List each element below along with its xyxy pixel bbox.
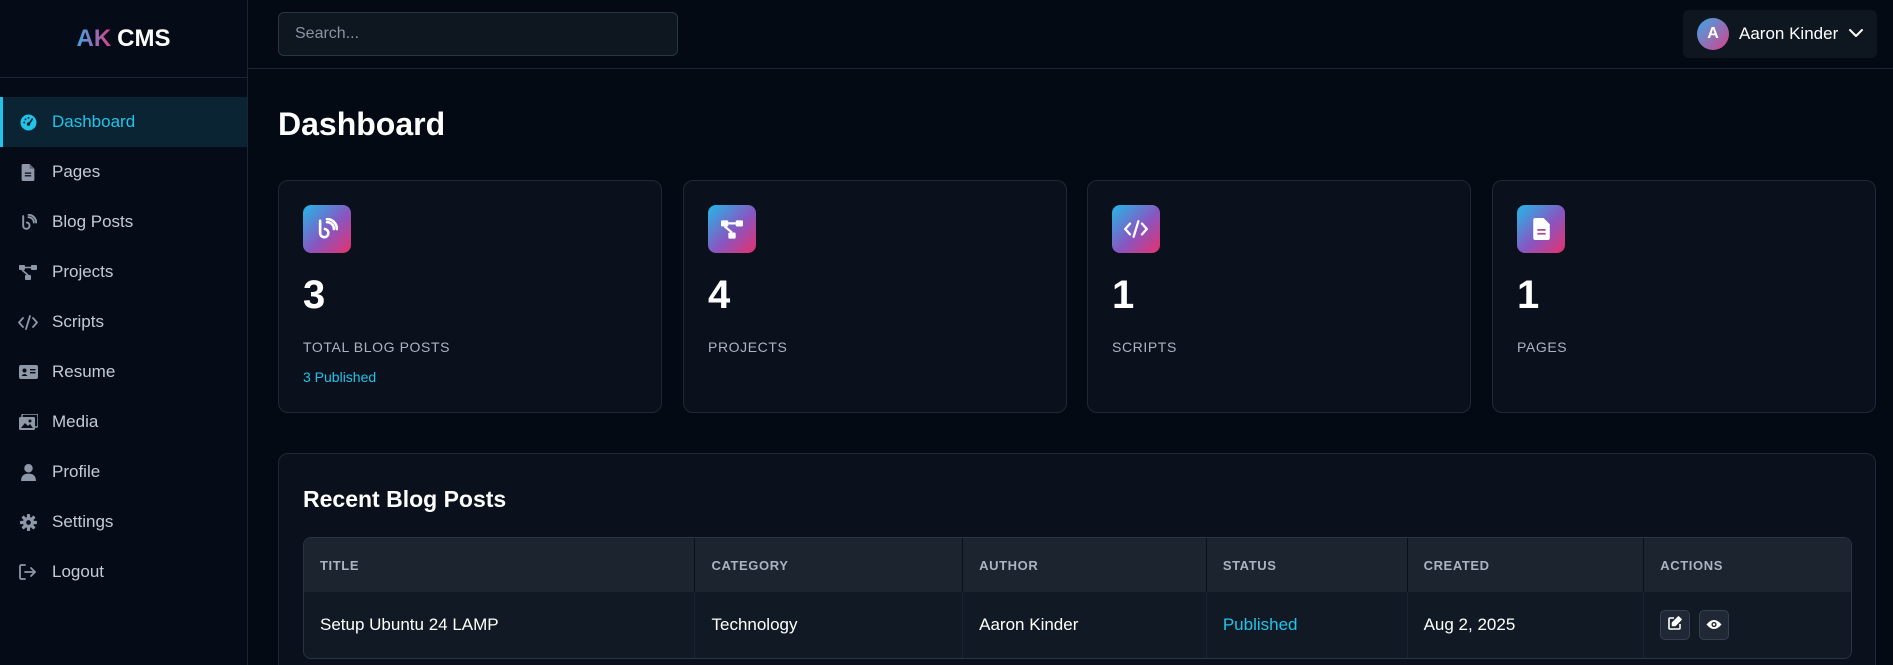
sidebar-item-logout[interactable]: Logout <box>0 547 247 597</box>
sidebar-item-label: Settings <box>52 512 114 531</box>
view-button[interactable] <box>1699 610 1730 640</box>
stat-card-pages: 1 PAGES <box>1492 180 1876 413</box>
code-icon <box>1112 205 1160 253</box>
cell-category: Technology <box>695 592 964 658</box>
stat-value: 3 <box>303 273 326 317</box>
edit-icon <box>1668 615 1683 635</box>
table-header: TITLE CATEGORY AUTHOR STATUS CREATED ACT… <box>304 538 1851 592</box>
stat-value: 1 <box>1112 273 1135 317</box>
stat-card-scripts: 1 SCRIPTS <box>1087 180 1471 413</box>
sidebar-item-resume[interactable]: Resume <box>0 347 247 397</box>
blog-posts-table: TITLE CATEGORY AUTHOR STATUS CREATED ACT… <box>303 537 1852 659</box>
column-header-status[interactable]: STATUS <box>1207 538 1408 592</box>
stat-label: PAGES <box>1517 339 1568 355</box>
sidebar-item-pages[interactable]: Pages <box>0 147 247 197</box>
user-name: Aaron Kinder <box>1739 24 1839 43</box>
user-icon <box>18 462 38 482</box>
sidebar-item-label: Resume <box>52 362 116 381</box>
user-menu[interactable]: A Aaron Kinder <box>1683 10 1877 58</box>
stat-card-projects: 4 PROJECTS <box>683 180 1067 413</box>
sidebar-item-label: Scripts <box>52 312 104 331</box>
stat-sublabel: 3 Published <box>303 369 377 385</box>
sidebar-item-label: Media <box>52 412 99 431</box>
logo-cms: CMS <box>117 24 171 52</box>
column-header-created[interactable]: CREATED <box>1408 538 1645 592</box>
sidebar-nav: Dashboard Pages Blog Posts Projects Scri… <box>0 97 247 597</box>
stat-label: PROJECTS <box>708 339 788 355</box>
chevron-down-icon <box>1849 25 1863 43</box>
table-row[interactable]: Setup Ubuntu 24 LAMP Technology Aaron Ki… <box>304 592 1851 658</box>
stat-value: 1 <box>1517 273 1540 317</box>
sidebar: AK CMS Dashboard Pages Blog Posts Projec… <box>0 0 248 665</box>
sidebar-item-scripts[interactable]: Scripts <box>0 297 247 347</box>
images-icon <box>18 412 38 432</box>
logo-ak: AK <box>76 24 112 52</box>
sidebar-item-label: Logout <box>52 562 104 581</box>
sidebar-item-label: Projects <box>52 262 114 281</box>
sidebar-item-settings[interactable]: Settings <box>0 497 247 547</box>
sidebar-item-blog-posts[interactable]: Blog Posts <box>0 197 247 247</box>
code-icon <box>18 312 38 332</box>
cell-author: Aaron Kinder <box>963 592 1207 658</box>
sidebar-item-profile[interactable]: Profile <box>0 447 247 497</box>
stat-card-blog-posts: 3 TOTAL BLOG POSTS 3 Published <box>278 180 662 413</box>
topbar: A Aaron Kinder <box>248 0 1893 69</box>
sidebar-item-label: Profile <box>52 462 101 481</box>
cell-title[interactable]: Setup Ubuntu 24 LAMP <box>304 592 696 658</box>
cell-created: Aug 2, 2025 <box>1408 592 1645 658</box>
id-card-icon <box>18 362 38 382</box>
blog-icon <box>303 205 351 253</box>
column-header-actions: ACTIONS <box>1660 557 1723 573</box>
avatar: A <box>1697 18 1729 50</box>
logout-icon <box>18 562 38 582</box>
stat-value: 4 <box>708 273 731 317</box>
app-logo[interactable]: AK CMS <box>0 0 247 78</box>
stat-label: TOTAL BLOG POSTS <box>303 339 451 355</box>
project-diagram-icon <box>708 205 756 253</box>
edit-button[interactable] <box>1660 610 1691 640</box>
sidebar-item-dashboard[interactable]: Dashboard <box>0 97 247 147</box>
status-badge: Published <box>1207 592 1408 658</box>
dashboard-icon <box>18 112 38 132</box>
sidebar-item-media[interactable]: Media <box>0 397 247 447</box>
project-diagram-icon <box>18 262 38 282</box>
stat-label: SCRIPTS <box>1112 339 1177 355</box>
recent-blog-posts-panel: Recent Blog Posts TITLE CATEGORY AUTHOR … <box>278 453 1876 665</box>
search-input[interactable] <box>278 12 678 56</box>
column-header-category[interactable]: CATEGORY <box>695 538 964 592</box>
column-header-title[interactable]: TITLE <box>304 538 696 592</box>
file-icon <box>18 162 38 182</box>
cell-actions <box>1644 592 1851 658</box>
sidebar-item-label: Blog Posts <box>52 212 134 231</box>
blog-icon <box>18 212 38 232</box>
sidebar-item-label: Dashboard <box>52 112 136 131</box>
file-icon <box>1517 205 1565 253</box>
sidebar-item-projects[interactable]: Projects <box>0 247 247 297</box>
column-header-author[interactable]: AUTHOR <box>963 538 1207 592</box>
section-title: Recent Blog Posts <box>303 486 507 512</box>
gear-icon <box>18 512 38 532</box>
eye-icon <box>1706 615 1722 635</box>
page-title: Dashboard <box>278 106 446 142</box>
sidebar-item-label: Pages <box>52 162 101 181</box>
